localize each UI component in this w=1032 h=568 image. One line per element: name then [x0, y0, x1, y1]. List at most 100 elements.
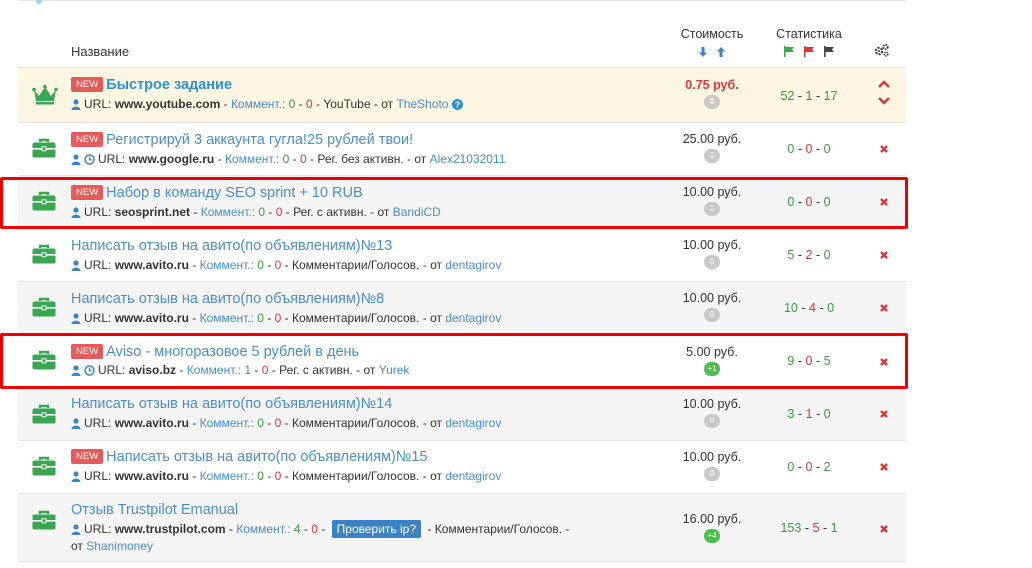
stat-done: 153: [780, 521, 802, 535]
task-type: YouTube: [323, 97, 371, 111]
task-row-6[interactable]: Написать отзыв на авито(по объявлениям)№…: [18, 389, 906, 441]
cost-counter-pill: 0: [704, 414, 720, 428]
green-flag-icon: [784, 46, 794, 58]
check-ip-button[interactable]: Проверить ip?: [331, 520, 422, 538]
comment-label[interactable]: Коммент.:: [231, 97, 285, 111]
comment-label[interactable]: Коммент.:: [200, 311, 254, 325]
task-stats: 153 - 5 - 1: [780, 521, 838, 535]
cost-counter-pill: 0: [704, 308, 720, 322]
comment-count-negative: 0: [274, 416, 282, 430]
remove-icon[interactable]: [874, 461, 894, 475]
comment-count-negative: 0: [274, 469, 282, 483]
task-stats: 10 - 4 - 0: [783, 301, 835, 315]
comment-count-positive: 4: [293, 522, 301, 536]
task-url[interactable]: www.avito.ru: [115, 311, 189, 325]
task-cost: 10.00 руб. 0: [658, 450, 766, 481]
task-row-0[interactable]: NEW Быстрое задание URL: www.youtube.com …: [18, 68, 906, 123]
author-link[interactable]: Shanimoney: [86, 539, 153, 553]
task-title-link[interactable]: Написать отзыв на авито(по объявлениям)№…: [71, 291, 384, 307]
chevron-down-icon[interactable]: [877, 96, 891, 106]
new-badge: NEW: [71, 132, 104, 147]
chevron-up-icon[interactable]: [877, 79, 891, 89]
task-stats: 0 - 0 - 2: [787, 460, 831, 474]
author-link[interactable]: Alex21032011: [430, 152, 506, 166]
comment-label[interactable]: Коммент.:: [225, 152, 279, 166]
url-label: URL:: [84, 311, 112, 325]
comment-label[interactable]: Коммент.:: [236, 522, 290, 536]
task-url[interactable]: www.google.ru: [129, 152, 215, 166]
url-label: URL:: [84, 522, 112, 536]
sort-up-arrow-icon[interactable]: [716, 46, 726, 58]
stat-pending: 0: [827, 301, 835, 315]
task-row-4[interactable]: Написать отзыв на авито(по объявлениям)№…: [18, 282, 906, 335]
briefcase-icon: [32, 297, 56, 320]
cost-value: 10.00 руб.: [682, 291, 742, 305]
task-meta: URL: www.youtube.com - Коммент.: 0 - 0 -…: [71, 97, 466, 113]
stat-pending: 0: [823, 142, 831, 156]
from-label: от: [430, 469, 442, 483]
task-url[interactable]: www.avito.ru: [115, 416, 189, 430]
from-label: от: [430, 258, 442, 272]
sort-down-arrow-icon[interactable]: [698, 46, 708, 58]
comment-label[interactable]: Коммент.:: [200, 469, 254, 483]
user-icon: [71, 154, 81, 168]
from-label: от: [71, 539, 83, 553]
column-header-stats: Статистика: [776, 27, 842, 41]
move-controls: [874, 78, 894, 109]
author-link[interactable]: dentagirov: [445, 416, 501, 430]
task-url[interactable]: www.youtube.com: [115, 97, 221, 111]
task-row-8[interactable]: Отзыв Trustpilot Emanual URL: www.trustp…: [18, 494, 906, 562]
briefcase-icon: [32, 138, 56, 161]
task-title-line: NEW Регистрируй 3 аккаунта гугла!25 рубле…: [71, 132, 413, 148]
task-cost: 10.00 руб. 0: [658, 291, 766, 322]
new-badge: NEW: [71, 77, 104, 92]
task-title-line: NEW Написать отзыв на авито(по объявления…: [71, 449, 428, 465]
author-link[interactable]: dentagirov: [445, 469, 501, 483]
task-cost: 10.00 руб. 0: [658, 238, 766, 269]
remove-icon[interactable]: [874, 302, 894, 316]
task-url[interactable]: www.trustpilot.com: [115, 522, 226, 536]
task-row-7[interactable]: NEW Написать отзыв на авито(по объявления…: [18, 441, 906, 494]
gears-icon[interactable]: [874, 43, 890, 60]
help-icon[interactable]: ?: [451, 99, 463, 113]
task-title-link[interactable]: Регистрируй 3 аккаунта гугла!25 рублей т…: [106, 132, 413, 148]
task-title-link[interactable]: Отзыв Trustpilot Emanual: [71, 502, 238, 518]
task-list-panel: Название Стоимость Статистика NEW Быстрое…: [18, 0, 906, 568]
task-type: Рег. без активн.: [317, 152, 404, 166]
comment-count-negative: 0: [305, 97, 313, 111]
stat-rejected: 1: [805, 407, 813, 421]
author-link[interactable]: dentagirov: [445, 258, 501, 272]
stat-pending: 0: [823, 407, 831, 421]
task-url[interactable]: www.avito.ru: [115, 469, 189, 483]
task-row-3[interactable]: Написать отзыв на авито(по объявлениям)№…: [18, 229, 906, 282]
briefcase-icon: [32, 244, 56, 267]
cost-sort-controls: [658, 44, 766, 58]
task-row-1[interactable]: NEW Регистрируй 3 аккаунта гугла!25 рубле…: [18, 123, 906, 176]
task-title-link[interactable]: Быстрое задание: [106, 77, 232, 93]
comment-count-positive: 0: [257, 311, 264, 325]
task-url[interactable]: www.avito.ru: [115, 258, 189, 272]
task-meta: URL: www.avito.ru - Коммент.: 0 - 0 - Ко…: [71, 469, 501, 485]
comment-label[interactable]: Коммент.:: [200, 258, 254, 272]
task-title-link[interactable]: Написать отзыв на авито(по объявлениям)№…: [106, 449, 427, 465]
stat-done: 5: [787, 248, 795, 262]
task-title-link[interactable]: Написать отзыв на авито(по объявлениям)№…: [71, 238, 392, 254]
stat-rejected: 0: [805, 460, 813, 474]
remove-icon[interactable]: [874, 408, 894, 422]
task-cost: 25.00 руб. 0: [658, 132, 766, 163]
author-link[interactable]: dentagirov: [445, 311, 501, 325]
url-label: URL:: [84, 469, 112, 483]
comment-label[interactable]: Коммент.:: [200, 416, 254, 430]
task-meta-author: от Shanimoney: [71, 539, 153, 553]
task-cost: 16.00 руб. +4: [658, 512, 766, 543]
task-type: Комментарии/Голосов.: [292, 311, 420, 325]
task-type: Комментарии/Голосов.: [292, 469, 420, 483]
task-stats: 52 - 1 - 17: [780, 89, 838, 103]
task-title-link[interactable]: Написать отзыв на авито(по объявлениям)№…: [71, 396, 392, 412]
remove-icon[interactable]: [874, 143, 894, 157]
cost-value: 10.00 руб.: [682, 450, 742, 464]
url-label: URL:: [84, 416, 112, 430]
remove-icon[interactable]: [874, 249, 894, 263]
remove-icon[interactable]: [874, 523, 894, 537]
author-link[interactable]: TheShoto: [396, 97, 448, 111]
